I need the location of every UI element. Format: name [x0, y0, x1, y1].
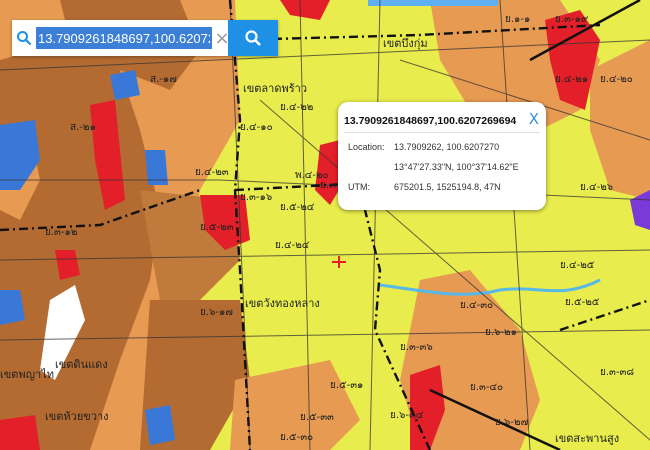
location-dms: 13°47'27.33"N, 100°37'14.62"E [394, 162, 519, 172]
zone-label: ย.๓-๑๒ [45, 227, 77, 238]
district-label: เขตพญาไท [0, 368, 54, 381]
zone-label: ส.-๑๗ [150, 74, 177, 85]
search-button[interactable] [228, 20, 278, 56]
district-label: เขตห้วยขวาง [45, 410, 109, 423]
zone-label: ย.๓-๑๖ [240, 192, 272, 203]
location-label: Location: [348, 142, 385, 152]
zone-label: ย.๓-๔๐ [470, 382, 503, 393]
zone-label: ย.๔-๒๐ [600, 74, 633, 85]
search-icon [12, 20, 36, 56]
utm-label: UTM: [348, 182, 370, 192]
district-label: เขตดินแดง [55, 358, 108, 371]
zone-label: ย.๔-๒๕ [560, 260, 595, 271]
popup-divider [344, 132, 540, 133]
zone-label: ย.๕-๓๐ [280, 432, 313, 443]
district-label: เขตสะพานสูง [555, 432, 619, 445]
zone-label: ย.๔-๑๐ [240, 122, 273, 133]
zone-label: ย.๖-๑๗ [200, 307, 233, 318]
zone-blue-top [368, 0, 498, 6]
zone-red-7 [0, 415, 40, 450]
zone-label: ย.๕-๓๑ [330, 380, 363, 391]
zone-label: ย.๕-๓๓ [300, 412, 334, 423]
zone-label: ย.๔-๒๒ [280, 102, 313, 113]
zone-label: ย.๔-๓๐ [460, 300, 493, 311]
zoning-map[interactable]: เขตบึงกุ่ม เขตลาดพร้าว เขตวังทองหลาง เขต… [0, 0, 650, 450]
location-popup: 13.7909261848697,100.6207269694 X Locati… [338, 102, 546, 210]
popup-title: 13.7909261848697,100.6207269694 [344, 115, 517, 127]
zone-label: ย.๔-๒๓ [195, 167, 229, 178]
search-input[interactable] [36, 27, 212, 49]
zone-label: ย.๖-๒๗ [495, 417, 528, 428]
search-button-icon [245, 30, 261, 46]
zone-label: ย.๖-๒๑ [485, 327, 517, 338]
zone-label: ย.๕-๒๓ [200, 222, 234, 233]
zone-label: ย.๓-๓๖ [400, 342, 433, 353]
close-icon[interactable]: X [529, 110, 539, 128]
zone-label: ย.๕-๒๔ [280, 202, 315, 213]
zone-blue-5 [145, 405, 175, 445]
zone-label: ย.๔-๒๖ [580, 182, 613, 193]
zone-label: ย.๕-๒๕ [565, 297, 600, 308]
utm-value: 675201.5, 1525194.8, 47N [394, 182, 501, 192]
zone-label: ย.๔-๒๑ [555, 74, 588, 85]
zone-label: ย.๖-๓๔ [390, 410, 424, 421]
zone-label: ย.๑-๑ [505, 14, 530, 25]
zone-label: ส.-๒๑ [70, 122, 96, 133]
district-label: เขตบึงกุ่ม [383, 37, 428, 50]
coordinate-search: × [12, 20, 278, 56]
zone-label: ย.๓-๑๙ [555, 14, 588, 25]
zone-label: ย.๔-๒๔ [275, 240, 310, 251]
zone-label: ย.๓-๓๘ [600, 367, 634, 378]
zone-blue-2 [110, 70, 140, 100]
district-label: เขตลาดพร้าว [243, 82, 307, 95]
location-decimal: 13.7909262, 100.6207270 [394, 142, 500, 152]
district-label: เขตวังทองหลาง [245, 297, 320, 310]
zone-label: พ.๔-๒๐ [295, 170, 329, 181]
